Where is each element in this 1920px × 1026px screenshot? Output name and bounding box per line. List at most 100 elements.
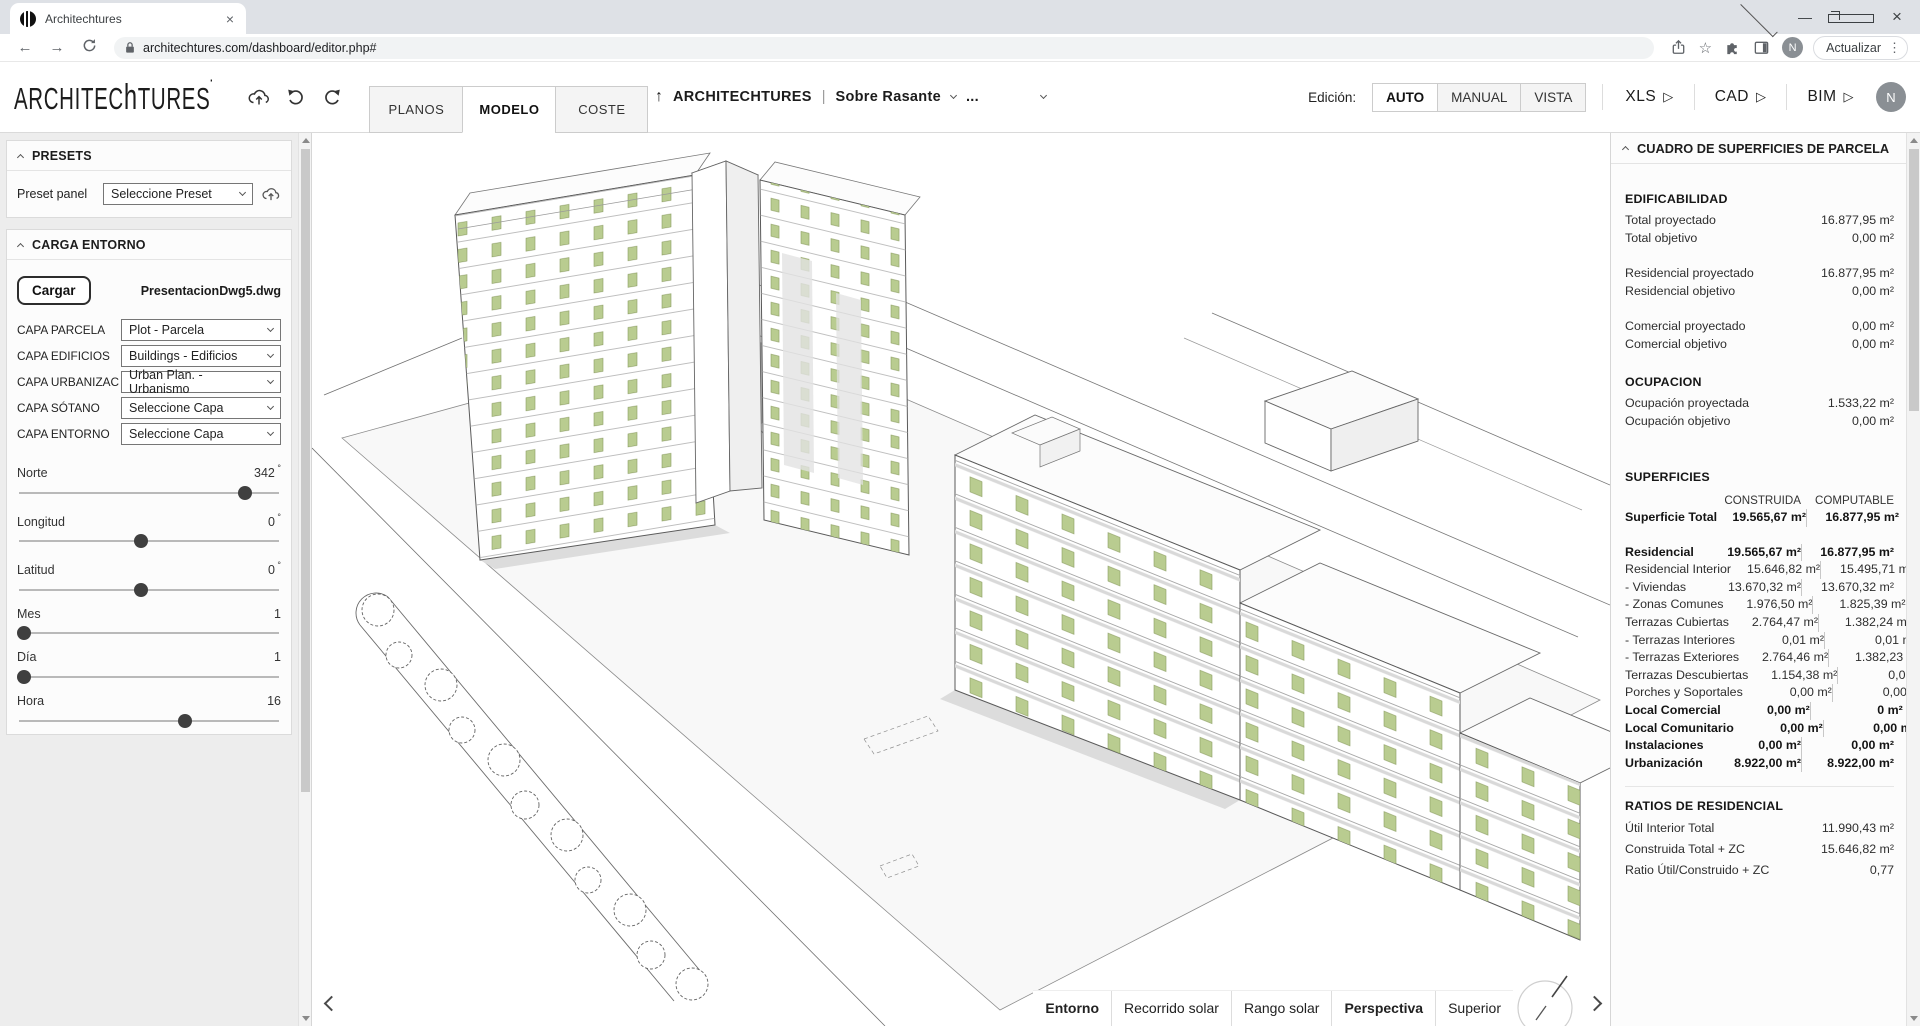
edition-auto[interactable]: AUTO: [1372, 83, 1437, 112]
surface-row: Instalaciones0,00 m²0,00 m²: [1625, 737, 1894, 755]
ocupacion-rows: Ocupación proyectada1.533,22 m²Ocupación…: [1625, 394, 1894, 430]
surface-row: Terrazas Descubiertas1.154,38 m²0,00 m²: [1625, 667, 1894, 685]
slider-thumb[interactable]: [178, 714, 192, 728]
slider-track[interactable]: [19, 492, 279, 494]
browser-tab[interactable]: Architechtures ×: [10, 3, 246, 34]
slider-thumb[interactable]: [238, 486, 252, 500]
xls-export-button[interactable]: XLS▷: [1619, 88, 1679, 106]
chevron-down-icon: [267, 377, 274, 384]
favicon-architechtures-icon: [20, 11, 36, 27]
side-panel-icon[interactable]: [1753, 39, 1770, 56]
cloud-upload-icon[interactable]: [247, 86, 271, 108]
share-icon[interactable]: [1670, 39, 1687, 56]
app-window: Architechtures × — × ← → architechtures.…: [0, 0, 1920, 1026]
view-button-superior[interactable]: Superior: [1435, 991, 1513, 1026]
chevron-down-icon: [267, 429, 274, 436]
slider-longitud: Longitud0 °: [17, 509, 281, 543]
superficies-heading: SUPERFICIES: [1625, 470, 1894, 484]
slider-track[interactable]: [19, 720, 279, 722]
extra-chevron-icon[interactable]: [1040, 91, 1047, 98]
window-controls: — ×: [1736, 0, 1920, 34]
sidebar-collapse-chevron[interactable]: [326, 996, 337, 1014]
ratios-rows: Útil Interior Total11.990,43 m²Construid…: [1625, 818, 1894, 881]
slider-thumb[interactable]: [17, 670, 31, 684]
compass[interactable]: [1515, 974, 1581, 1026]
surface-row: - Viviendas13.670,32 m²13.670,32 m²: [1625, 579, 1894, 597]
chevron-down-icon: [267, 351, 274, 358]
preset-select[interactable]: Seleccione Preset: [103, 183, 253, 205]
view-button-entorno[interactable]: Entorno: [1033, 991, 1111, 1026]
surface-row: Residencial Interior15.646,82 m²15.495,7…: [1625, 561, 1894, 579]
update-button[interactable]: Actualizar ⋮: [1813, 36, 1908, 60]
slider-track[interactable]: [19, 632, 279, 634]
edificabilidad-heading: EDIFICABILIDAD: [1625, 192, 1894, 206]
restore-button[interactable]: [1828, 9, 1874, 25]
capa-row: CAPA EDIFICIOSBuildings - Edificios: [17, 345, 281, 367]
more-menu[interactable]: ...: [966, 89, 979, 105]
stat-row: Total proyectado16.877,95 m²: [1625, 211, 1894, 229]
preset-upload-icon[interactable]: [261, 185, 281, 203]
level-chevron-icon[interactable]: [950, 91, 957, 98]
user-avatar[interactable]: N: [1876, 82, 1906, 112]
stat-row: Ocupación proyectada1.533,22 m²: [1625, 394, 1894, 412]
minimize-button[interactable]: —: [1782, 9, 1828, 25]
stat-row: Residencial proyectado16.877,95 m²: [1625, 264, 1894, 282]
surface-row: - Terrazas Interiores0,01 m²0,01 m²: [1625, 632, 1894, 650]
view-button-rango-solar[interactable]: Rango solar: [1231, 991, 1332, 1026]
presets-panel-header[interactable]: PRESETS: [7, 141, 291, 171]
editor-tabs: PLANOSMODELOCOSTE: [369, 86, 648, 132]
slider-track[interactable]: [19, 540, 279, 542]
carga-entorno-header[interactable]: CARGA ENTORNO: [7, 230, 291, 260]
capa-select[interactable]: Buildings - Edificios: [121, 345, 281, 367]
superficies-table: Superficie Total19.565,67 m²16.877,95 m²…: [1625, 509, 1894, 772]
edition-manual[interactable]: MANUAL: [1437, 83, 1520, 112]
slider-thumb[interactable]: [17, 626, 31, 640]
slider-thumb[interactable]: [134, 583, 148, 597]
capa-row: CAPA PARCELAPlot - Parcela: [17, 319, 281, 341]
capa-select[interactable]: Seleccione Capa: [121, 423, 281, 445]
slider-track[interactable]: [19, 676, 279, 678]
surfaces-scrollbar[interactable]: [1906, 133, 1920, 1026]
tab-modelo[interactable]: MODELO: [462, 86, 555, 133]
capa-selectors: CAPA PARCELAPlot - Parcela CAPA EDIFICIOS…: [17, 319, 281, 445]
tab-coste[interactable]: COSTE: [555, 86, 648, 133]
address-bar[interactable]: architechtures.com/dashboard/editor.php#: [114, 37, 1654, 59]
bim-export-button[interactable]: BIM▷: [1801, 88, 1860, 106]
viewport-3d[interactable]: EntornoRecorrido solarRango solarPerspec…: [312, 133, 1610, 1026]
export-arrow-icon: ▷: [1756, 89, 1767, 105]
capa-select[interactable]: Plot - Parcela: [121, 319, 281, 341]
reload-icon[interactable]: [76, 38, 102, 57]
view-button-perspectiva[interactable]: Perspectiva: [1331, 991, 1435, 1026]
redo-icon[interactable]: [321, 87, 343, 107]
up-arrow-icon[interactable]: ↑: [655, 88, 663, 106]
cargar-button[interactable]: Cargar: [17, 276, 91, 305]
surfaces-panel-header[interactable]: CUADRO DE SUPERFICIES DE PARCELA: [1611, 133, 1906, 164]
sidebar-scrollbar[interactable]: [298, 133, 311, 1026]
project-name[interactable]: ARCHITECHTURES: [673, 89, 812, 105]
cad-export-button[interactable]: CAD▷: [1709, 88, 1773, 106]
edition-label: Edición:: [1308, 90, 1356, 105]
bookmark-star-icon[interactable]: ☆: [1699, 39, 1712, 57]
level-selector[interactable]: Sobre Rasante: [836, 89, 941, 105]
slider-track[interactable]: [19, 589, 279, 591]
slider-thumb[interactable]: [134, 534, 148, 548]
project-breadcrumb: ↑ ARCHITECHTURES | Sobre Rasante ...: [655, 62, 1046, 132]
undo-icon[interactable]: [285, 87, 307, 107]
tab-planos[interactable]: PLANOS: [369, 86, 462, 133]
close-button[interactable]: ×: [1874, 7, 1920, 27]
extensions-puzzle-icon[interactable]: [1724, 39, 1741, 56]
browser-menu-kebab-icon[interactable]: ⋮: [1888, 40, 1901, 56]
forward-icon[interactable]: →: [44, 39, 70, 56]
slider-mes: Mes1: [17, 606, 281, 635]
browser-profile-avatar[interactable]: N: [1782, 37, 1803, 58]
view-button-recorrido-solar[interactable]: Recorrido solar: [1111, 991, 1231, 1026]
browser-menu-chevron-icon[interactable]: [1736, 9, 1782, 25]
edition-vista[interactable]: VISTA: [1520, 83, 1586, 112]
capa-select[interactable]: Seleccione Capa: [121, 397, 281, 419]
capa-select[interactable]: Urban Plan. - Urbanismo: [121, 371, 281, 393]
tab-close-icon[interactable]: ×: [224, 11, 236, 27]
back-icon[interactable]: ←: [12, 39, 38, 56]
stat-row: Total objetivo0,00 m²: [1625, 229, 1894, 247]
collapse-caret-icon: [17, 242, 24, 249]
panel-collapse-chevron[interactable]: [1589, 996, 1600, 1014]
